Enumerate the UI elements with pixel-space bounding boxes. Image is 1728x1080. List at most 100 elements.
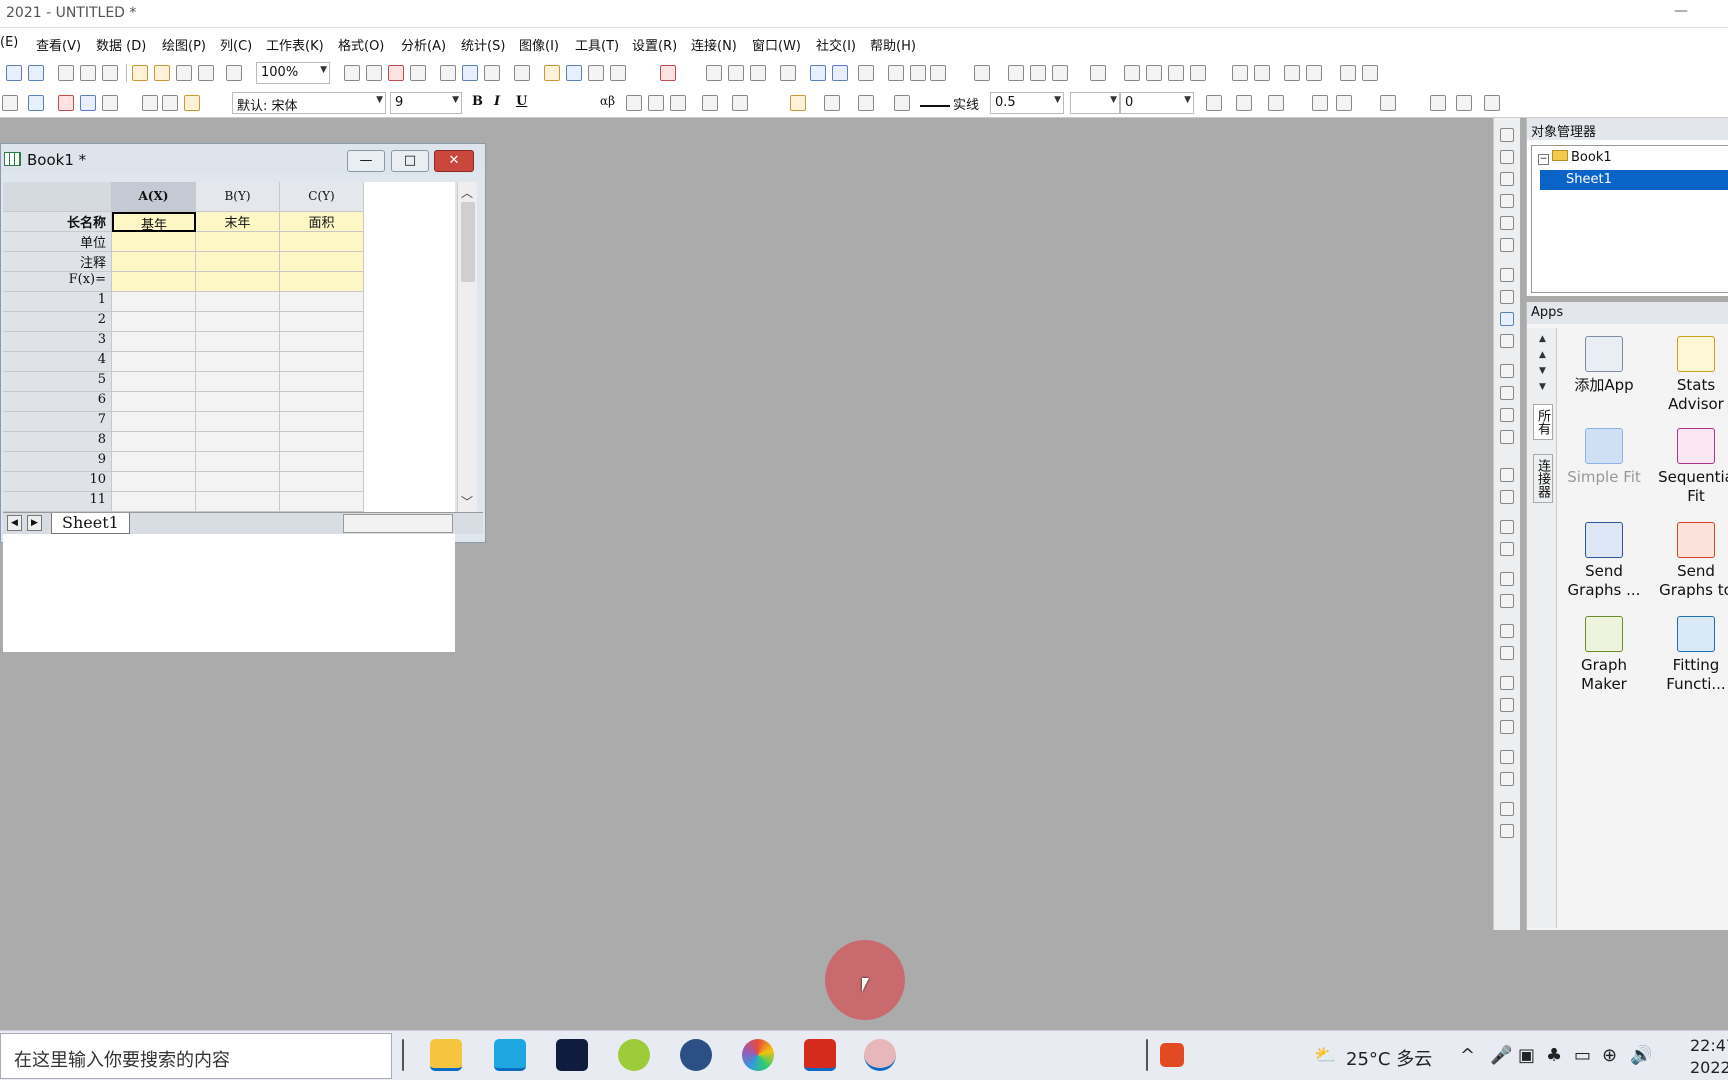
scroll-thumb[interactable] <box>461 202 475 282</box>
microphone-icon[interactable]: 🎤 <box>1490 1045 1512 1066</box>
bilibili-icon[interactable] <box>494 1039 526 1071</box>
workbook-maximize-button[interactable]: □ <box>391 150 429 172</box>
underline-button[interactable]: U <box>516 94 527 109</box>
rescale-icon[interactable] <box>80 95 96 111</box>
save-template-icon[interactable] <box>198 65 214 81</box>
data-cell[interactable] <box>112 392 196 412</box>
prev-row-icon[interactable] <box>1146 65 1162 81</box>
data-cell[interactable] <box>196 472 280 492</box>
region-tool-icon[interactable] <box>1500 386 1514 400</box>
x-axis-icon[interactable] <box>974 65 990 81</box>
cut-icon[interactable] <box>142 95 158 111</box>
fill-color-icon[interactable] <box>790 95 806 111</box>
set-x-icon[interactable] <box>1008 65 1024 81</box>
paste-icon[interactable] <box>184 95 200 111</box>
menu-window[interactable]: 窗口(W) <box>752 35 801 54</box>
layer-icon[interactable] <box>2 95 18 111</box>
menu-plot[interactable]: 绘图(P) <box>162 35 206 54</box>
column-header-c[interactable]: C(Y) <box>280 182 364 212</box>
cell-formula-c[interactable] <box>280 272 364 292</box>
same-size-icon[interactable] <box>1500 720 1514 734</box>
row-label-comments[interactable]: 注释 <box>3 252 112 272</box>
wps-icon[interactable] <box>804 1039 836 1071</box>
workbook-minimize-button[interactable]: — <box>347 150 385 172</box>
data-cell[interactable] <box>112 432 196 452</box>
resize-icon[interactable] <box>1500 824 1514 838</box>
data-cell[interactable] <box>196 332 280 352</box>
row-label-long-name[interactable]: 长名称 <box>3 212 112 232</box>
frame-icon[interactable] <box>1312 95 1328 111</box>
data-cell[interactable] <box>280 432 364 452</box>
menu-help[interactable]: 帮助(H) <box>870 35 916 54</box>
app-graph-maker[interactable]: Graph Maker <box>1559 616 1649 694</box>
row-label-formula[interactable]: F(x)= <box>3 272 112 292</box>
filter-remove-icon[interactable] <box>910 65 926 81</box>
crop-icon[interactable] <box>1500 802 1514 816</box>
menu-social[interactable]: 社交(I) <box>816 35 856 54</box>
move-right-icon[interactable] <box>1284 65 1300 81</box>
align-icon[interactable] <box>670 95 686 111</box>
merge-graph-icon[interactable] <box>1500 490 1514 504</box>
scroll-down-icon[interactable]: ﹀ <box>461 493 473 510</box>
app-send-graphs-ppt[interactable]: Send Graphs to <box>1651 522 1728 600</box>
data-cell[interactable] <box>196 312 280 332</box>
line-width-combo[interactable]: 0.5 ▼ <box>990 92 1064 114</box>
lock-icon[interactable] <box>1484 95 1500 111</box>
rectangle-tool-icon[interactable] <box>1500 334 1514 348</box>
data-cell[interactable] <box>112 372 196 392</box>
print-icon[interactable] <box>344 65 360 81</box>
file-explorer-icon[interactable] <box>430 1039 462 1071</box>
menu-statistics[interactable]: 统计(S) <box>461 35 505 54</box>
first-row-icon[interactable] <box>1124 65 1140 81</box>
ungroup-icon[interactable] <box>1500 594 1514 608</box>
scale-tool-icon[interactable] <box>1500 172 1514 186</box>
horizontal-scrollbar[interactable] <box>343 514 453 533</box>
refresh-icon[interactable] <box>366 65 382 81</box>
script-window-icon[interactable] <box>484 65 500 81</box>
messages-log-icon[interactable] <box>544 65 560 81</box>
row-header[interactable]: 11 <box>3 492 112 512</box>
taskbar-search-box[interactable]: 在这里输入你要搜索的内容 <box>0 1033 392 1079</box>
bold-button[interactable]: B <box>472 94 483 109</box>
cell-comments-a[interactable] <box>112 252 196 272</box>
copy-icon[interactable] <box>162 95 178 111</box>
cell-units-c[interactable] <box>280 232 364 252</box>
italic-button[interactable]: I <box>494 94 500 109</box>
cell-comments-c[interactable] <box>280 252 364 272</box>
layer-tool-icon[interactable] <box>1500 468 1514 482</box>
box-chart-icon[interactable] <box>858 65 874 81</box>
arrow-tool-icon[interactable] <box>1500 290 1514 304</box>
scroll-top-icon[interactable]: ▲ <box>1539 334 1546 344</box>
data-cell[interactable] <box>196 372 280 392</box>
font-color-icon[interactable] <box>732 95 748 111</box>
set-y-icon[interactable] <box>1030 65 1046 81</box>
data-cell[interactable] <box>280 352 364 372</box>
cell-fill-icon[interactable] <box>1206 95 1222 111</box>
line-style-combo[interactable]: 实线 <box>916 92 986 114</box>
text-tool-icon[interactable] <box>1500 268 1514 282</box>
project-explorer-icon[interactable] <box>514 65 530 81</box>
row-header[interactable]: 10 <box>3 472 112 492</box>
sort-icon[interactable] <box>750 65 766 81</box>
new-note-icon[interactable] <box>102 65 118 81</box>
cell-comments-b[interactable] <box>196 252 280 272</box>
worksheet-grid[interactable]: A(X) B(Y) C(Y) 长名称 基年 末年 面积 单位 注释 F(x)= … <box>3 182 455 652</box>
apps-gallery-icon[interactable] <box>588 65 604 81</box>
row-header[interactable]: 2 <box>3 312 112 332</box>
front-icon[interactable] <box>1500 624 1514 638</box>
row-header[interactable]: 9 <box>3 452 112 472</box>
greek-button[interactable]: αβ <box>600 94 615 108</box>
line-color-icon[interactable] <box>858 95 874 111</box>
data-cell[interactable] <box>196 392 280 412</box>
input-method-icon[interactable] <box>1160 1043 1184 1067</box>
data-cell[interactable] <box>280 332 364 352</box>
cell-formula-b[interactable] <box>196 272 280 292</box>
distribute-v-icon[interactable] <box>1500 698 1514 712</box>
data-cell[interactable] <box>112 312 196 332</box>
minimize-icon[interactable]: — <box>1674 3 1688 19</box>
row-header[interactable]: 8 <box>3 432 112 452</box>
data-cell[interactable] <box>112 292 196 312</box>
grid-corner[interactable] <box>3 182 112 212</box>
cell-units-a[interactable] <box>112 232 196 252</box>
sum-icon[interactable] <box>706 65 722 81</box>
